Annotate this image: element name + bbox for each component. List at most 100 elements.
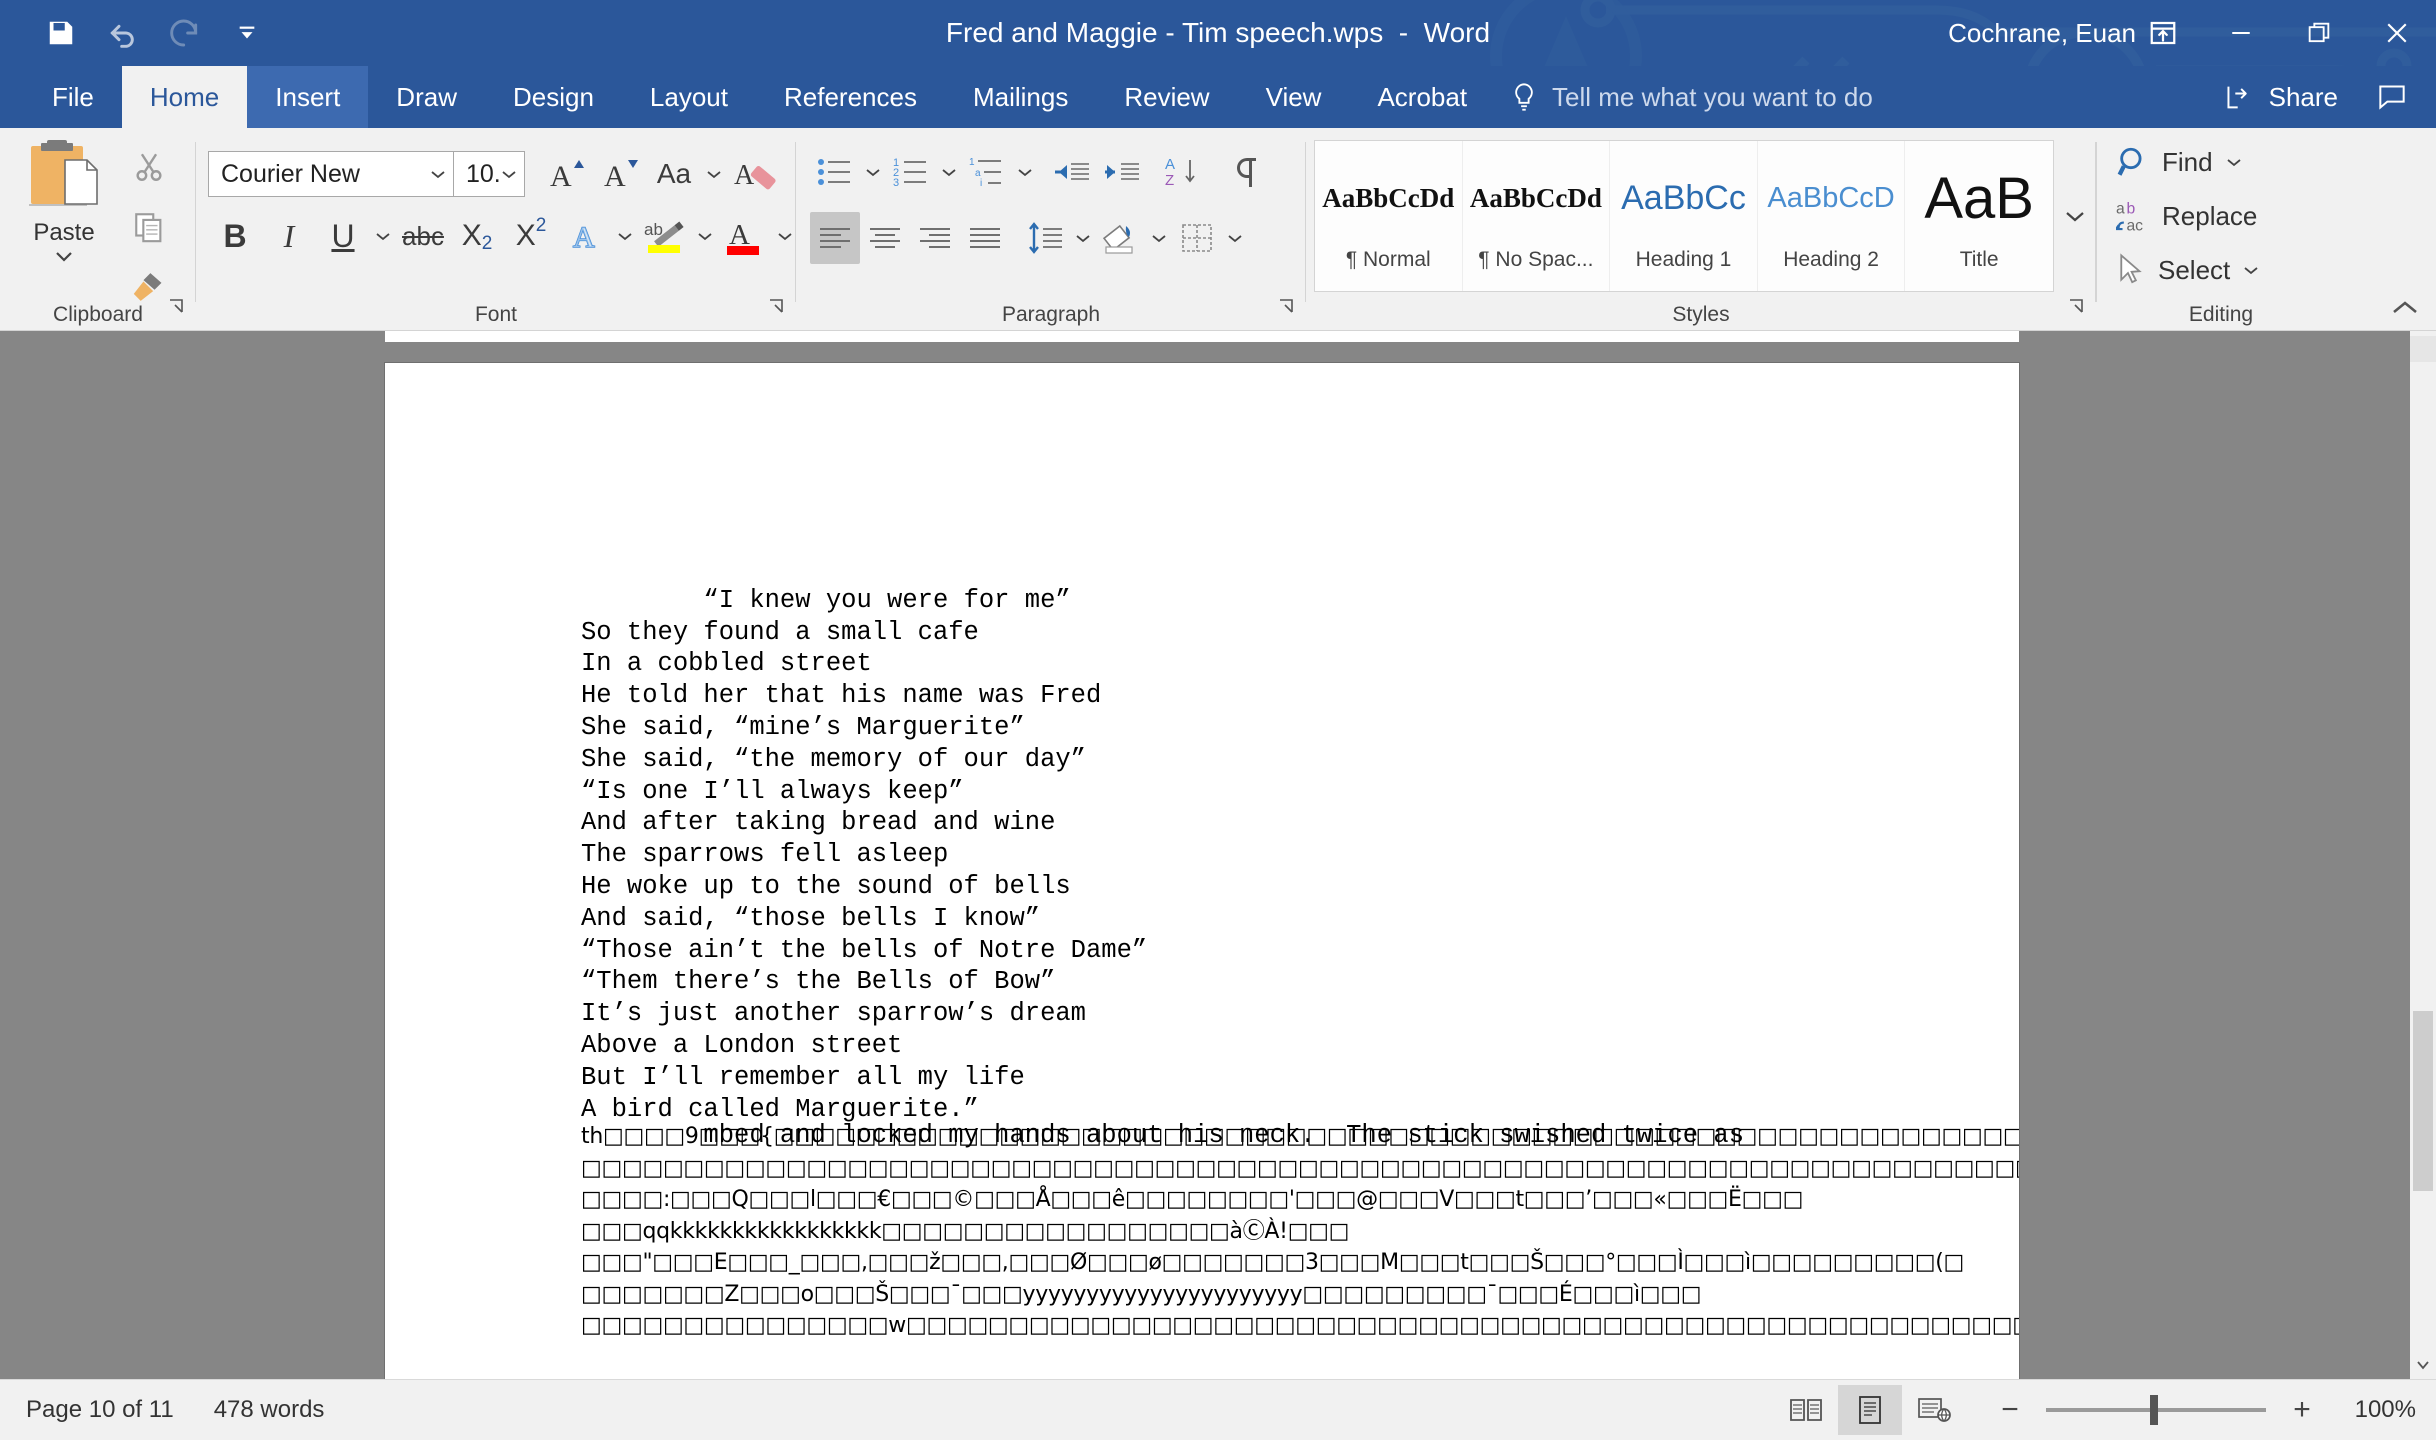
document-body-text[interactable]: “I knew you were for me” So they found a… xyxy=(581,553,1981,1157)
customize-quick-access-icon[interactable] xyxy=(216,5,278,61)
chevron-down-icon[interactable] xyxy=(429,168,447,180)
tab-file[interactable]: File xyxy=(24,66,122,128)
web-layout-button[interactable] xyxy=(1902,1385,1966,1435)
bold-button[interactable]: B xyxy=(208,210,262,262)
styles-dialog-launcher[interactable] xyxy=(2066,296,2088,323)
cut-button[interactable] xyxy=(120,142,178,192)
highlight-color-caret[interactable] xyxy=(692,210,718,262)
superscript-button[interactable]: X2 xyxy=(504,210,558,262)
font-color-button[interactable]: A xyxy=(718,210,772,262)
zoom-out-button[interactable]: − xyxy=(1992,1389,2028,1431)
share-button[interactable]: Share xyxy=(2225,82,2338,113)
tab-home[interactable]: Home xyxy=(121,66,248,128)
align-left-button[interactable] xyxy=(810,212,860,264)
increase-indent-button[interactable] xyxy=(1096,146,1146,198)
decrease-indent-button[interactable] xyxy=(1046,146,1096,198)
zoom-slider-thumb[interactable] xyxy=(2150,1395,2158,1425)
tab-mailings[interactable]: Mailings xyxy=(945,66,1096,128)
document-page[interactable]: “I knew you were for me” So they found a… xyxy=(385,363,2019,1379)
font-name-input[interactable]: Courier New xyxy=(208,151,454,197)
numbering-button[interactable]: 123 xyxy=(886,146,936,198)
underline-button[interactable]: U xyxy=(316,210,370,262)
borders-button[interactable] xyxy=(1172,212,1222,264)
copy-button[interactable] xyxy=(120,202,178,252)
shrink-font-button[interactable]: A xyxy=(593,148,647,200)
select-button[interactable]: Select xyxy=(2110,246,2266,294)
shading-button[interactable] xyxy=(1096,212,1146,264)
read-mode-button[interactable] xyxy=(1774,1385,1838,1435)
font-dialog-launcher[interactable] xyxy=(766,296,788,323)
justify-button[interactable] xyxy=(960,212,1010,264)
tab-insert[interactable]: Insert xyxy=(247,66,369,128)
tab-acrobat[interactable]: Acrobat xyxy=(1349,66,1495,128)
sort-button[interactable]: A Z xyxy=(1158,146,1208,198)
strikethrough-button[interactable]: abc xyxy=(396,210,450,262)
scrollbar-thumb[interactable] xyxy=(2413,1011,2433,1191)
shading-caret[interactable] xyxy=(1146,212,1172,264)
style-no-spacing[interactable]: AaBbCcDd ¶ No Spac... xyxy=(1463,141,1611,291)
comments-button[interactable] xyxy=(2376,83,2408,111)
align-right-button[interactable] xyxy=(910,212,960,264)
styles-more-button[interactable] xyxy=(2056,140,2094,292)
scroll-down-button[interactable] xyxy=(2410,1351,2436,1379)
collapse-ribbon-button[interactable] xyxy=(2390,299,2420,322)
account-name[interactable]: Cochrane, Euan xyxy=(1948,0,2136,66)
paste-dropdown-caret[interactable] xyxy=(8,249,120,267)
tab-layout[interactable]: Layout xyxy=(622,66,756,128)
style-heading-1[interactable]: AaBbCc Heading 1 xyxy=(1610,141,1758,291)
style-title[interactable]: AaB Title xyxy=(1905,141,2053,291)
tab-view[interactable]: View xyxy=(1238,66,1350,128)
grow-font-button[interactable]: A xyxy=(539,148,593,200)
tab-references[interactable]: References xyxy=(756,66,945,128)
style-heading-2[interactable]: AaBbCcD Heading 2 xyxy=(1758,141,1906,291)
chevron-down-icon[interactable] xyxy=(500,168,518,180)
change-case-button[interactable]: Aa xyxy=(647,148,701,200)
borders-caret[interactable] xyxy=(1222,212,1248,264)
chevron-down-icon[interactable] xyxy=(2225,156,2243,168)
tab-draw[interactable]: Draw xyxy=(368,66,485,128)
italic-button[interactable]: I xyxy=(262,210,316,262)
underline-caret[interactable] xyxy=(370,210,396,262)
clear-formatting-button[interactable]: A xyxy=(727,148,781,200)
line-spacing-button[interactable] xyxy=(1020,212,1070,264)
multilevel-list-button[interactable]: 1ai xyxy=(962,146,1012,198)
numbering-caret[interactable] xyxy=(936,146,962,198)
style-normal[interactable]: AaBbCcDd ¶ Normal xyxy=(1315,141,1463,291)
find-button[interactable]: Find xyxy=(2110,138,2249,186)
text-effects-caret[interactable] xyxy=(612,210,638,262)
page-indicator[interactable]: Page 10 of 11 xyxy=(26,1396,174,1424)
change-case-caret[interactable] xyxy=(701,148,727,200)
zoom-in-button[interactable]: + xyxy=(2284,1389,2320,1431)
align-center-button[interactable] xyxy=(860,212,910,264)
replace-button[interactable]: a b ac Replace xyxy=(2110,192,2263,240)
text-highlight-button[interactable]: ab xyxy=(638,210,692,262)
vertical-scrollbar[interactable] xyxy=(2410,331,2436,1379)
ribbon-display-options-icon[interactable] xyxy=(2124,0,2202,66)
undo-icon[interactable] xyxy=(92,5,154,61)
tell-me-search[interactable]: Tell me what you want to do xyxy=(1510,66,1873,128)
paste-button[interactable]: Paste xyxy=(8,138,120,267)
clipboard-dialog-launcher[interactable] xyxy=(166,296,188,323)
save-icon[interactable] xyxy=(30,5,92,61)
text-effects-button[interactable]: A A xyxy=(558,210,612,262)
tab-design[interactable]: Design xyxy=(485,66,622,128)
tab-review[interactable]: Review xyxy=(1096,66,1237,128)
print-layout-button[interactable] xyxy=(1838,1385,1902,1435)
chevron-down-icon[interactable] xyxy=(2242,264,2260,276)
subscript-button[interactable]: X2 xyxy=(450,210,504,262)
redo-icon[interactable] xyxy=(154,5,216,61)
restore-icon[interactable] xyxy=(2280,0,2358,66)
line-spacing-caret[interactable] xyxy=(1070,212,1096,264)
multilevel-caret[interactable] xyxy=(1012,146,1038,198)
font-size-input[interactable]: 10.5 xyxy=(453,151,525,197)
zoom-level[interactable]: 100% xyxy=(2338,1396,2416,1424)
paragraph-dialog-launcher[interactable] xyxy=(1276,296,1298,323)
zoom-slider[interactable] xyxy=(2046,1395,2266,1425)
split-window-handle[interactable] xyxy=(2410,336,2436,362)
document-garbled-block[interactable]: th□□□□9□□□{□□□□□□□□□□□□□□□□□□□□□□□□□□□□□… xyxy=(581,1121,2019,1342)
minimize-icon[interactable] xyxy=(2202,0,2280,66)
show-formatting-marks-button[interactable] xyxy=(1220,146,1270,198)
word-count[interactable]: 478 words xyxy=(214,1396,325,1424)
bullets-button[interactable] xyxy=(810,146,860,198)
close-icon[interactable] xyxy=(2358,0,2436,66)
